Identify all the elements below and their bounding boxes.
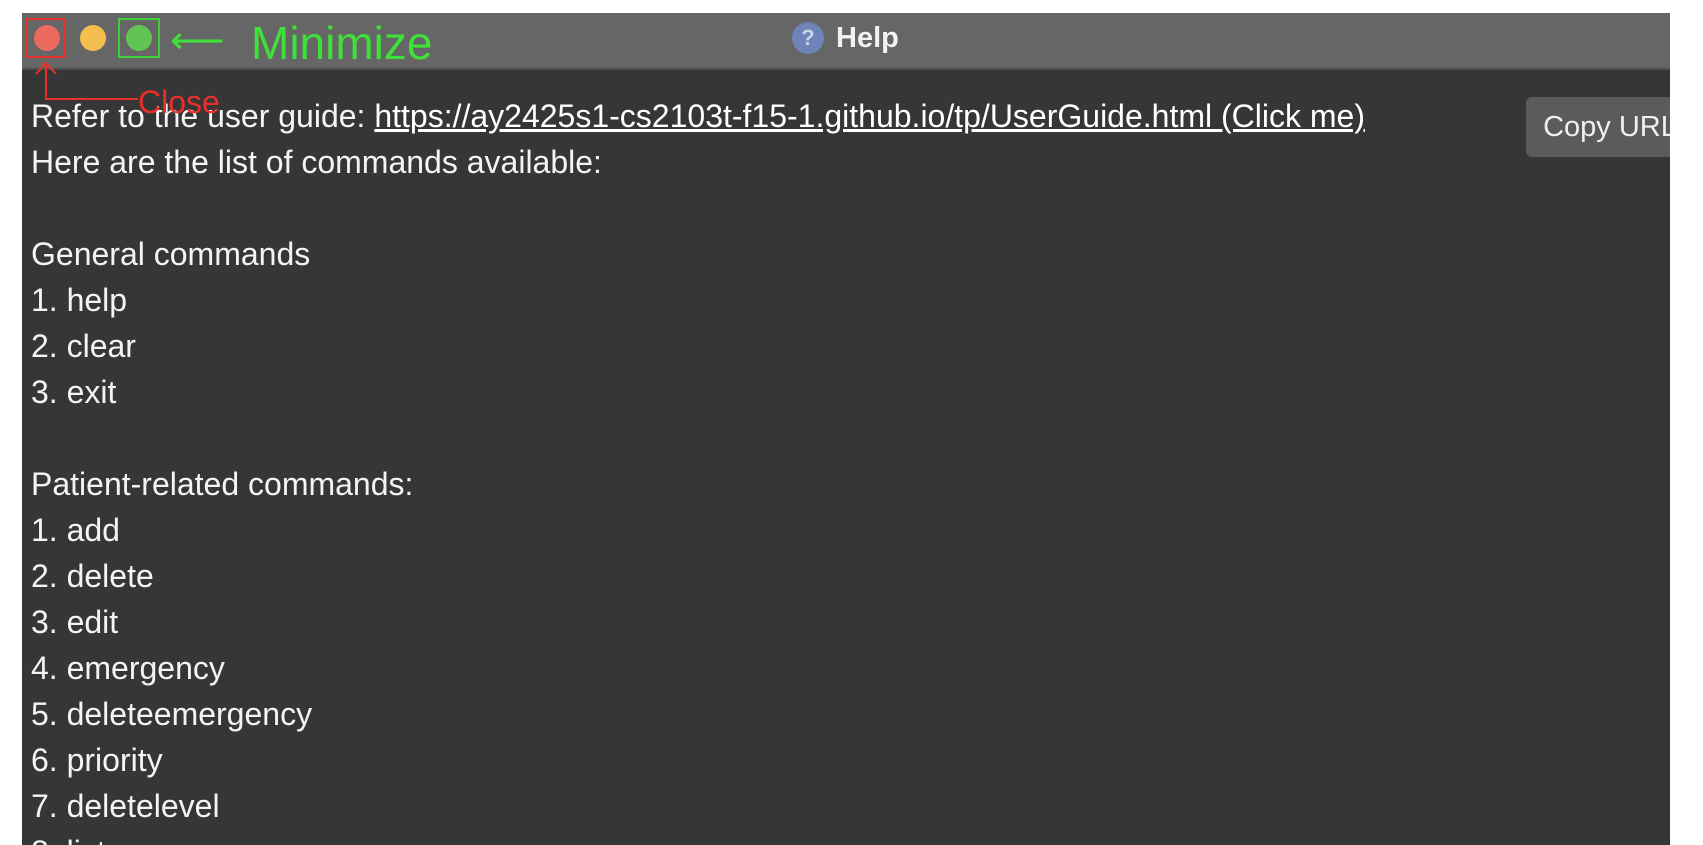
patient-commands-heading: Patient-related commands: (31, 466, 414, 502)
copy-url-button[interactable]: Copy URL (1526, 97, 1670, 157)
patient-command-item: 6. priority (31, 742, 163, 778)
patient-command-item: 8. list (31, 832, 106, 845)
help-content: Refer to the user guide: https://ay2425s… (31, 13, 1661, 845)
general-command-item: 1. help (31, 282, 128, 318)
general-command-item: 3. exit (31, 374, 117, 410)
patient-command-item: 2. delete (31, 558, 154, 594)
patient-command-item: 4. emergency (31, 650, 225, 686)
patient-command-item: 1. add (31, 512, 120, 548)
general-commands-heading: General commands (31, 236, 311, 272)
patient-command-item: 3. edit (31, 604, 119, 640)
close-annotation-label: Close (138, 84, 220, 120)
help-window: ⟵ Minimize ? Help Refer to the user guid… (22, 13, 1670, 845)
user-guide-line: Refer to the user guide: https://ay2425s… (31, 96, 1365, 136)
commands-intro: Here are the list of commands available: (31, 144, 602, 180)
general-command-item: 2. clear (31, 328, 136, 364)
patient-command-item: 5. deleteemergency (31, 696, 313, 732)
user-guide-link[interactable]: https://ay2425s1-cs2103t-f15-1.github.io… (374, 98, 1365, 134)
patient-command-item: 7. deletelevel (31, 788, 220, 824)
